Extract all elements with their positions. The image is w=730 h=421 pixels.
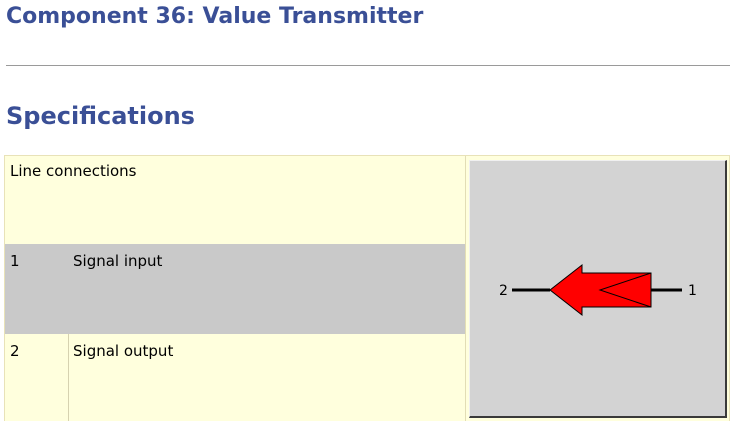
connection-number: 2 [10,342,20,360]
connection-label: Signal output [73,342,174,360]
table-row: 2 Signal output [5,334,465,421]
input-port-label: 1 [688,283,697,299]
component-symbol-panel: 2 1 [469,160,727,418]
connection-label: Signal input [73,252,163,270]
specifications-table: Line connections 1 Signal input 2 Signal… [4,155,730,421]
output-port-label: 2 [499,283,508,299]
page-title: Component 36: Value Transmitter [6,4,424,29]
connection-number: 1 [10,252,20,270]
column-divider [68,334,69,421]
divider [6,65,730,66]
table-row: 1 Signal input [5,244,465,334]
section-title: Specifications [6,102,195,130]
page: Component 36: Value Transmitter Specific… [0,0,730,421]
value-transmitter-symbol: 2 1 [499,263,697,317]
table-header-row: Line connections [5,156,465,244]
line-connections-label: Line connections [10,162,137,180]
cell-divider [465,156,466,421]
